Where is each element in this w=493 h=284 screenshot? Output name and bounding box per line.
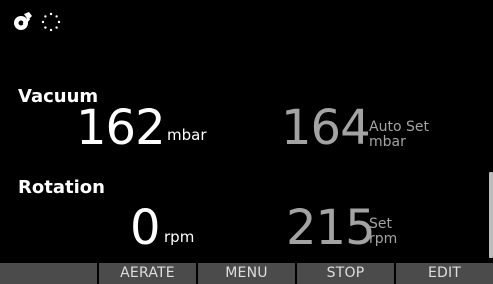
- rotation-setpoint-value: 215: [286, 200, 376, 256]
- vacuum-actual-unit: mbar: [167, 126, 207, 144]
- vacuum-setpoint-unit: mbar: [369, 134, 406, 150]
- menu-button[interactable]: MENU: [198, 263, 297, 284]
- scroll-indicator[interactable]: [489, 172, 493, 258]
- rotation-actual-unit: rpm: [164, 228, 195, 246]
- rotation-setpoint-unit: rpm: [369, 231, 398, 247]
- vacuum-setpoint-mode: Auto Set: [369, 119, 429, 135]
- vacuum-actual-value: 162: [76, 100, 166, 156]
- evaporator-display: Vacuum 162 mbar 164 Auto Set mbar Rotati…: [0, 0, 493, 284]
- edit-button[interactable]: EDIT: [396, 263, 493, 284]
- softkey-bar: AERATE MENU STOP EDIT: [0, 263, 493, 284]
- rotation-label: Rotation: [18, 177, 105, 198]
- status-bar: [12, 10, 62, 34]
- aerate-button[interactable]: AERATE: [99, 263, 198, 284]
- stop-button[interactable]: STOP: [297, 263, 396, 284]
- vacuum-setpoint-value: 164: [281, 100, 371, 156]
- rotation-actual-value: 0: [130, 200, 161, 256]
- rotation-setpoint-mode: Set: [369, 216, 392, 232]
- softkey-1-button[interactable]: [0, 263, 99, 284]
- busy-spinner-icon: [40, 11, 62, 33]
- wrench-gear-icon: [12, 11, 34, 33]
